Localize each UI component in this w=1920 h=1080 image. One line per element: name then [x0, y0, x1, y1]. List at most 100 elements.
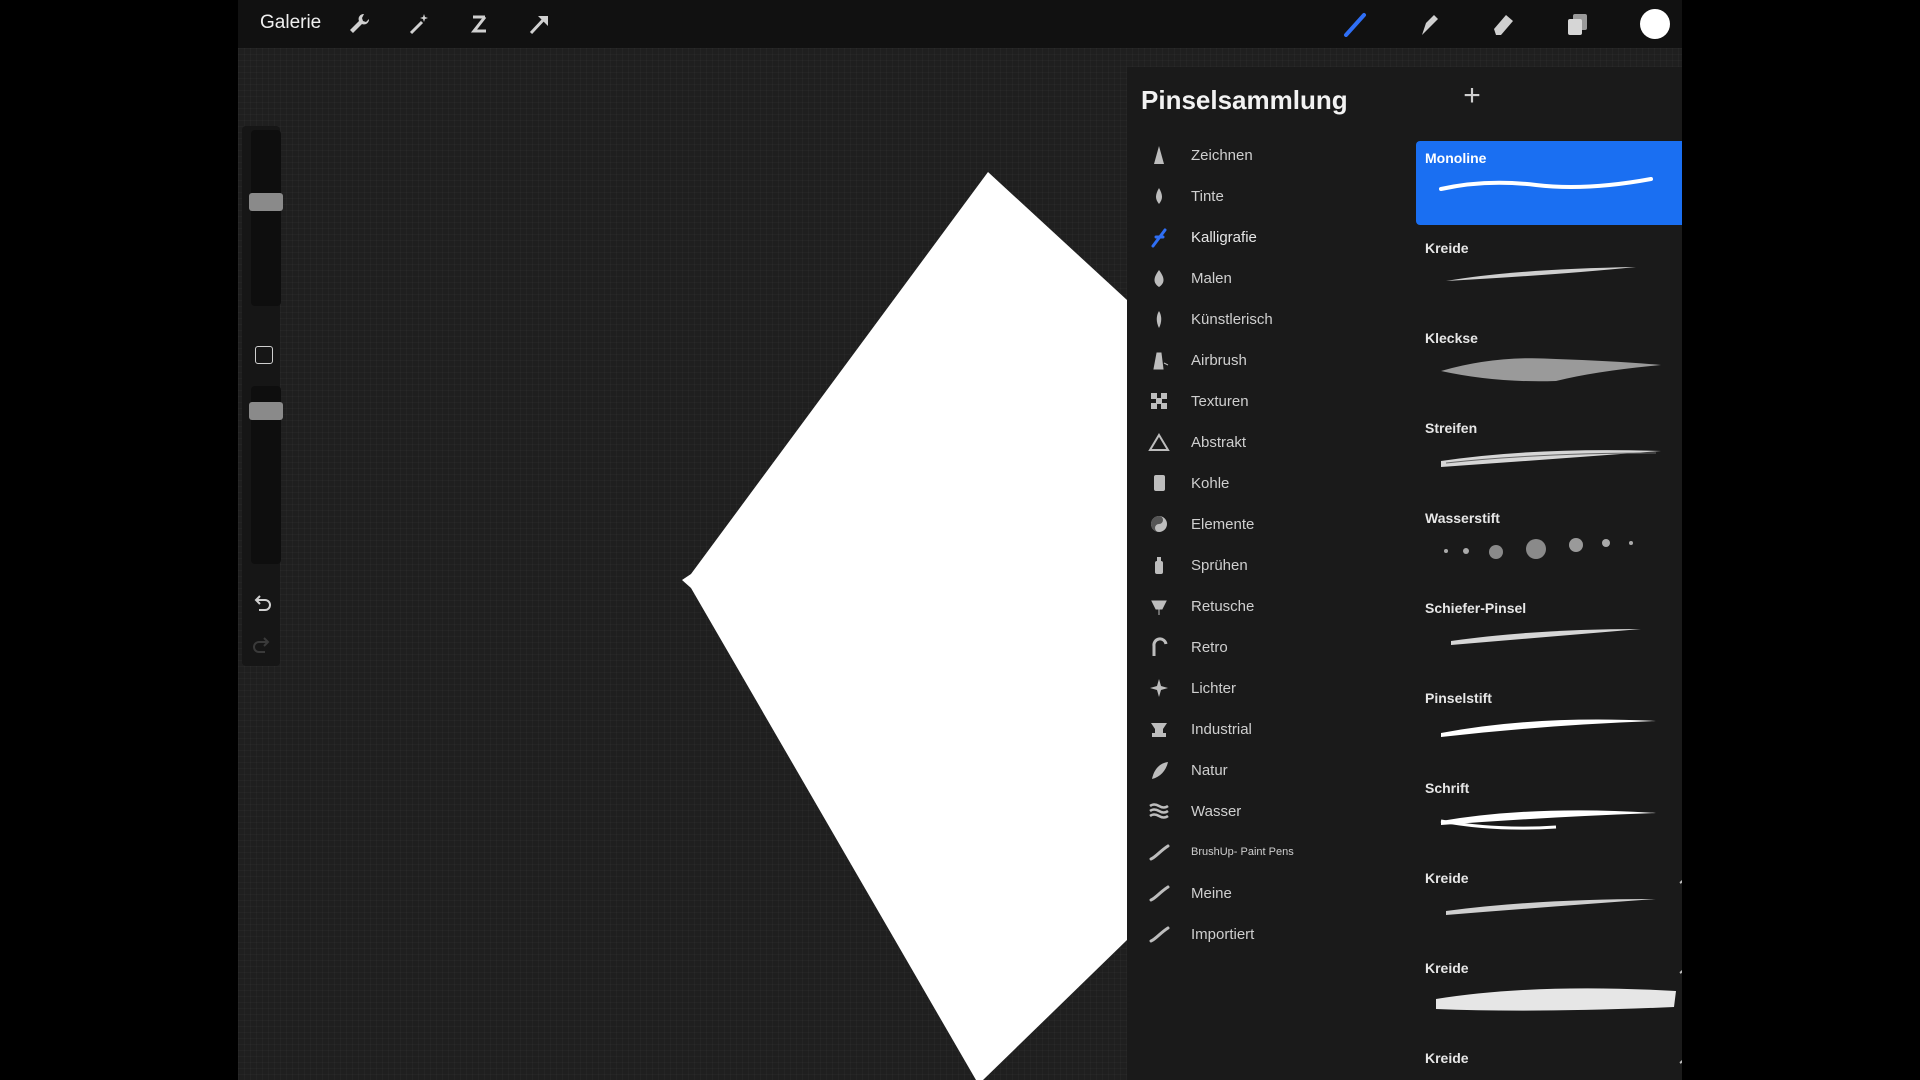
pencil-tip-icon	[1147, 143, 1171, 167]
brush-set-label: Industrial	[1191, 720, 1252, 738]
brush-set-label: Tinte	[1191, 187, 1224, 205]
brush-card[interactable]: Schiefer-Pinsel	[1416, 591, 1682, 675]
procreate-app: Galerie Pinselsammlung + Zeichnen Tinte …	[238, 0, 1682, 1080]
brush-card[interactable]: Kreide	[1416, 231, 1682, 315]
brush-set-item[interactable]: Malen	[1127, 258, 1377, 298]
brush-set-item[interactable]: BrushUp- Paint Pens	[1127, 832, 1377, 872]
add-brush-button[interactable]: +	[1457, 81, 1487, 111]
brush-card[interactable]: Kreide	[1416, 1041, 1682, 1080]
magic-wand-icon[interactable]	[406, 11, 432, 37]
brush-set-item[interactable]: Retro	[1127, 627, 1377, 667]
leaf-icon	[1147, 758, 1171, 782]
brush-set-item[interactable]: Künstlerisch	[1127, 299, 1377, 339]
brush-set-label: Natur	[1191, 761, 1228, 779]
brush-set-item[interactable]: Lichter	[1127, 668, 1377, 708]
texture-icon	[1147, 389, 1171, 413]
layers-icon[interactable]	[1564, 11, 1590, 37]
opacity-slider[interactable]	[249, 386, 283, 564]
brush-set-item[interactable]: Zeichnen	[1127, 135, 1377, 175]
stroke-icon	[1147, 881, 1171, 905]
color-picker-swatch[interactable]	[1640, 9, 1670, 39]
brush-stroke-preview	[1436, 891, 1676, 936]
charcoal-icon	[1147, 471, 1171, 495]
brush-library-panel: Pinselsammlung + Zeichnen Tinte Kalligrafi…	[1127, 67, 1682, 1080]
artistic-brush-icon	[1147, 307, 1171, 331]
brush-set-label: Airbrush	[1191, 351, 1247, 369]
calligraphy-icon	[1147, 225, 1171, 249]
brush-set-item[interactable]: Texturen	[1127, 381, 1377, 421]
imported-brush-icon	[1678, 961, 1682, 975]
brush-size-slider[interactable]	[249, 130, 283, 306]
brush-card[interactable]: Schrift	[1416, 771, 1682, 855]
retouch-icon	[1147, 594, 1171, 618]
brush-set-item[interactable]: Kalligrafie	[1127, 217, 1377, 257]
brush-set-item[interactable]: Industrial	[1127, 709, 1377, 749]
brush-card[interactable]: Wasserstift	[1416, 501, 1682, 585]
brush-set-item[interactable]: Meine	[1127, 873, 1377, 913]
brush-card[interactable]: Monoline	[1416, 141, 1682, 225]
brush-name: Monoline	[1425, 150, 1487, 166]
waves-icon	[1147, 799, 1171, 823]
brush-stroke-preview	[1436, 711, 1676, 756]
undo-icon[interactable]	[251, 592, 273, 614]
brush-set-label: Elemente	[1191, 515, 1255, 533]
brush-card[interactable]: Kreide	[1416, 861, 1682, 945]
brush-name: Kreide	[1425, 870, 1469, 886]
brush-card[interactable]: Streifen	[1416, 411, 1682, 495]
brush-set-label: Malen	[1191, 269, 1232, 287]
brush-set-item[interactable]: Airbrush	[1127, 340, 1377, 380]
gallery-button[interactable]: Galerie	[260, 12, 321, 34]
left-sidebar	[242, 126, 283, 666]
triangle-icon	[1147, 430, 1171, 454]
brush-name: Pinselstift	[1425, 690, 1492, 706]
brush-set-item[interactable]: Tinte	[1127, 176, 1377, 216]
brush-set-label: BrushUp- Paint Pens	[1191, 846, 1294, 858]
panel-title: Pinselsammlung	[1141, 85, 1348, 115]
brush-stroke-preview	[1436, 621, 1676, 666]
brush-name: Schiefer-Pinsel	[1425, 600, 1527, 616]
wrench-icon[interactable]	[346, 11, 372, 37]
airbrush-icon	[1147, 348, 1171, 372]
stroke-icon	[1147, 840, 1171, 864]
opacity-thumb[interactable]	[249, 402, 283, 420]
brush-set-item[interactable]: Elemente	[1127, 504, 1377, 544]
brush-set-item[interactable]: Kohle	[1127, 463, 1377, 503]
brush-set-label: Sprühen	[1191, 556, 1248, 574]
brush-card[interactable]: Pinselstift	[1416, 681, 1682, 765]
brush-set-item[interactable]: Wasser	[1127, 791, 1377, 831]
eraser-icon[interactable]	[1490, 11, 1516, 37]
brush-name: Kreide	[1425, 1050, 1469, 1066]
brush-stroke-preview	[1436, 351, 1676, 396]
transform-arrow-icon[interactable]	[526, 11, 552, 37]
brush-set-label: Retro	[1191, 638, 1228, 656]
top-toolbar: Galerie	[238, 0, 1682, 48]
selection-icon[interactable]	[466, 11, 492, 37]
sparkle-icon	[1147, 676, 1171, 700]
brush-icon[interactable]	[1342, 11, 1368, 37]
brush-stroke-preview	[1436, 531, 1676, 576]
brush-name: Streifen	[1425, 420, 1478, 436]
modify-square-icon[interactable]	[255, 346, 273, 364]
brush-card[interactable]: Kreide	[1416, 951, 1682, 1035]
brush-set-label: Kohle	[1191, 474, 1230, 492]
brush-set-item[interactable]: Natur	[1127, 750, 1377, 790]
brush-set-item[interactable]: Retusche	[1127, 586, 1377, 626]
brush-size-thumb[interactable]	[249, 193, 283, 212]
redo-icon[interactable]	[251, 634, 273, 656]
imported-brush-icon	[1678, 1051, 1682, 1065]
brush-set-item[interactable]: Importiert	[1127, 914, 1377, 954]
ink-drop-icon	[1147, 184, 1171, 208]
brush-set-item[interactable]: Abstrakt	[1127, 422, 1377, 462]
brush-stroke-preview	[1436, 441, 1676, 486]
brush-set-label: Importiert	[1191, 925, 1255, 943]
brush-stroke-preview	[1436, 261, 1676, 306]
brush-name: Kreide	[1425, 240, 1469, 256]
brush-name: Kreide	[1425, 960, 1469, 976]
brush-set-label: Zeichnen	[1191, 146, 1253, 164]
brush-set-label: Texturen	[1191, 392, 1249, 410]
brush-card[interactable]: Kleckse	[1416, 321, 1682, 405]
brush-set-label: Wasser	[1191, 802, 1242, 820]
brush-set-item[interactable]: Sprühen	[1127, 545, 1377, 585]
brush-set-label: Meine	[1191, 884, 1232, 902]
smudge-icon[interactable]	[1416, 11, 1442, 37]
